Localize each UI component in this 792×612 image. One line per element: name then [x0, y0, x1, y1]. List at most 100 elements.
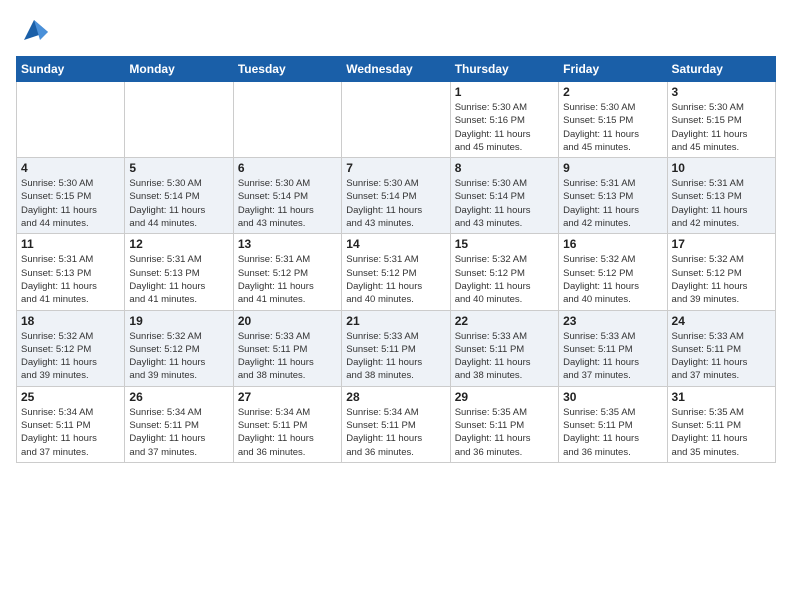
day-info: Sunrise: 5:32 AM Sunset: 5:12 PM Dayligh… [21, 330, 120, 383]
day-number: 26 [129, 390, 228, 404]
calendar-cell: 19Sunrise: 5:32 AM Sunset: 5:12 PM Dayli… [125, 310, 233, 386]
weekday-header-friday: Friday [559, 57, 667, 82]
calendar-cell: 22 Sunrise: 5:33 AM Sunset: 5:11 PM Dayli… [450, 310, 558, 386]
day-number: 4 [21, 161, 120, 175]
day-number: 7 [346, 161, 445, 175]
day-info: Sunrise: 5:33 AM Sunset: 5:11 PM Dayligh… [238, 330, 337, 383]
day-info: Sunrise: 5:30 AM Sunset: 5:15 PM Dayligh… [672, 101, 771, 154]
weekday-header-tuesday: Tuesday [233, 57, 341, 82]
day-number: 18 [21, 314, 120, 328]
day-info: Sunrise: 5:33 AM Sunset: 5:11 PM Dayligh… [563, 330, 662, 383]
day-number: 22 [455, 314, 554, 328]
day-info: Sunrise: 5:30 AM Sunset: 5:14 PM Dayligh… [346, 177, 445, 230]
calendar-cell: 29 Sunrise: 5:35 AM Sunset: 5:11 PM Dayli… [450, 386, 558, 462]
day-info: Sunrise: 5:32 AM Sunset: 5:12 PM Dayligh… [129, 330, 228, 383]
logo [16, 16, 48, 44]
calendar-cell: 12 Sunrise: 5:31 AM Sunset: 5:13 PM Dayli… [125, 234, 233, 310]
calendar-cell: 18 Sunrise: 5:32 AM Sunset: 5:12 PM Dayli… [17, 310, 125, 386]
calendar-cell: 14 Sunrise: 5:31 AM Sunset: 5:12 PM Dayli… [342, 234, 450, 310]
calendar-cell: 7 Sunrise: 5:30 AM Sunset: 5:14 PM Daylig… [342, 158, 450, 234]
day-info: Sunrise: 5:31 AM Sunset: 5:12 PM Dayligh… [346, 253, 445, 306]
calendar-week-row: 18 Sunrise: 5:32 AM Sunset: 5:12 PM Dayli… [17, 310, 776, 386]
day-number: 27 [238, 390, 337, 404]
header [16, 16, 776, 44]
calendar-cell: 9 Sunrise: 5:31 AM Sunset: 5:13 PM Daylig… [559, 158, 667, 234]
calendar-table: SundayMondayTuesdayWednesdayThursdayFrid… [16, 56, 776, 463]
day-info: Sunrise: 5:32 AM Sunset: 5:12 PM Dayligh… [455, 253, 554, 306]
calendar-cell: 13 Sunrise: 5:31 AM Sunset: 5:12 PM Dayli… [233, 234, 341, 310]
day-info: Sunrise: 5:35 AM Sunset: 5:11 PM Dayligh… [455, 406, 554, 459]
calendar-week-row: 25 Sunrise: 5:34 AM Sunset: 5:11 PM Dayli… [17, 386, 776, 462]
day-number: 5 [129, 161, 228, 175]
calendar-cell [17, 82, 125, 158]
day-number: 8 [455, 161, 554, 175]
day-info: Sunrise: 5:34 AM Sunset: 5:11 PM Dayligh… [21, 406, 120, 459]
day-number: 10 [672, 161, 771, 175]
day-info: Sunrise: 5:32 AM Sunset: 5:12 PM Dayligh… [672, 253, 771, 306]
day-number: 23 [563, 314, 662, 328]
calendar-cell: 1Sunrise: 5:30 AM Sunset: 5:16 PM Daylig… [450, 82, 558, 158]
day-number: 1 [455, 85, 554, 99]
weekday-header-monday: Monday [125, 57, 233, 82]
day-info: Sunrise: 5:33 AM Sunset: 5:11 PM Dayligh… [672, 330, 771, 383]
calendar-cell: 8 Sunrise: 5:30 AM Sunset: 5:14 PM Daylig… [450, 158, 558, 234]
page: SundayMondayTuesdayWednesdayThursdayFrid… [0, 0, 792, 612]
calendar-cell: 2 Sunrise: 5:30 AM Sunset: 5:15 PM Daylig… [559, 82, 667, 158]
day-number: 31 [672, 390, 771, 404]
calendar-cell: 27 Sunrise: 5:34 AM Sunset: 5:11 PM Dayli… [233, 386, 341, 462]
day-number: 3 [672, 85, 771, 99]
day-info: Sunrise: 5:30 AM Sunset: 5:15 PM Dayligh… [21, 177, 120, 230]
calendar-week-row: 4 Sunrise: 5:30 AM Sunset: 5:15 PM Daylig… [17, 158, 776, 234]
day-info: Sunrise: 5:31 AM Sunset: 5:13 PM Dayligh… [129, 253, 228, 306]
calendar-cell: 24 Sunrise: 5:33 AM Sunset: 5:11 PM Dayli… [667, 310, 775, 386]
day-number: 2 [563, 85, 662, 99]
day-number: 28 [346, 390, 445, 404]
day-number: 15 [455, 237, 554, 251]
calendar-cell: 5Sunrise: 5:30 AM Sunset: 5:14 PM Daylig… [125, 158, 233, 234]
day-info: Sunrise: 5:30 AM Sunset: 5:14 PM Dayligh… [455, 177, 554, 230]
day-number: 14 [346, 237, 445, 251]
calendar-cell: 28Sunrise: 5:34 AM Sunset: 5:11 PM Dayli… [342, 386, 450, 462]
calendar-cell: 4 Sunrise: 5:30 AM Sunset: 5:15 PM Daylig… [17, 158, 125, 234]
calendar-cell: 10 Sunrise: 5:31 AM Sunset: 5:13 PM Dayli… [667, 158, 775, 234]
day-info: Sunrise: 5:31 AM Sunset: 5:12 PM Dayligh… [238, 253, 337, 306]
calendar-cell: 3 Sunrise: 5:30 AM Sunset: 5:15 PM Daylig… [667, 82, 775, 158]
day-number: 6 [238, 161, 337, 175]
day-number: 16 [563, 237, 662, 251]
calendar-cell: 15 Sunrise: 5:32 AM Sunset: 5:12 PM Dayli… [450, 234, 558, 310]
day-number: 25 [21, 390, 120, 404]
day-info: Sunrise: 5:31 AM Sunset: 5:13 PM Dayligh… [563, 177, 662, 230]
weekday-header-sunday: Sunday [17, 57, 125, 82]
weekday-header-thursday: Thursday [450, 57, 558, 82]
day-info: Sunrise: 5:33 AM Sunset: 5:11 PM Dayligh… [455, 330, 554, 383]
day-info: Sunrise: 5:34 AM Sunset: 5:11 PM Dayligh… [238, 406, 337, 459]
calendar-cell [233, 82, 341, 158]
day-number: 9 [563, 161, 662, 175]
calendar-cell: 30Sunrise: 5:35 AM Sunset: 5:11 PM Dayli… [559, 386, 667, 462]
calendar-cell: 11 Sunrise: 5:31 AM Sunset: 5:13 PM Dayli… [17, 234, 125, 310]
weekday-header-row: SundayMondayTuesdayWednesdayThursdayFrid… [17, 57, 776, 82]
calendar-cell: 26Sunrise: 5:34 AM Sunset: 5:11 PM Dayli… [125, 386, 233, 462]
logo-icon [20, 16, 48, 44]
day-info: Sunrise: 5:30 AM Sunset: 5:15 PM Dayligh… [563, 101, 662, 154]
calendar-cell: 6 Sunrise: 5:30 AM Sunset: 5:14 PM Daylig… [233, 158, 341, 234]
calendar-cell: 25 Sunrise: 5:34 AM Sunset: 5:11 PM Dayli… [17, 386, 125, 462]
day-info: Sunrise: 5:35 AM Sunset: 5:11 PM Dayligh… [672, 406, 771, 459]
day-info: Sunrise: 5:33 AM Sunset: 5:11 PM Dayligh… [346, 330, 445, 383]
day-number: 13 [238, 237, 337, 251]
calendar-cell: 20 Sunrise: 5:33 AM Sunset: 5:11 PM Dayli… [233, 310, 341, 386]
day-info: Sunrise: 5:31 AM Sunset: 5:13 PM Dayligh… [21, 253, 120, 306]
day-number: 20 [238, 314, 337, 328]
day-number: 29 [455, 390, 554, 404]
weekday-header-wednesday: Wednesday [342, 57, 450, 82]
calendar-cell: 23 Sunrise: 5:33 AM Sunset: 5:11 PM Dayli… [559, 310, 667, 386]
day-number: 11 [21, 237, 120, 251]
day-info: Sunrise: 5:30 AM Sunset: 5:14 PM Dayligh… [238, 177, 337, 230]
day-number: 12 [129, 237, 228, 251]
day-number: 30 [563, 390, 662, 404]
calendar-cell: 31 Sunrise: 5:35 AM Sunset: 5:11 PM Dayli… [667, 386, 775, 462]
day-info: Sunrise: 5:31 AM Sunset: 5:13 PM Dayligh… [672, 177, 771, 230]
calendar-week-row: 11 Sunrise: 5:31 AM Sunset: 5:13 PM Dayli… [17, 234, 776, 310]
day-number: 24 [672, 314, 771, 328]
calendar-cell: 16Sunrise: 5:32 AM Sunset: 5:12 PM Dayli… [559, 234, 667, 310]
